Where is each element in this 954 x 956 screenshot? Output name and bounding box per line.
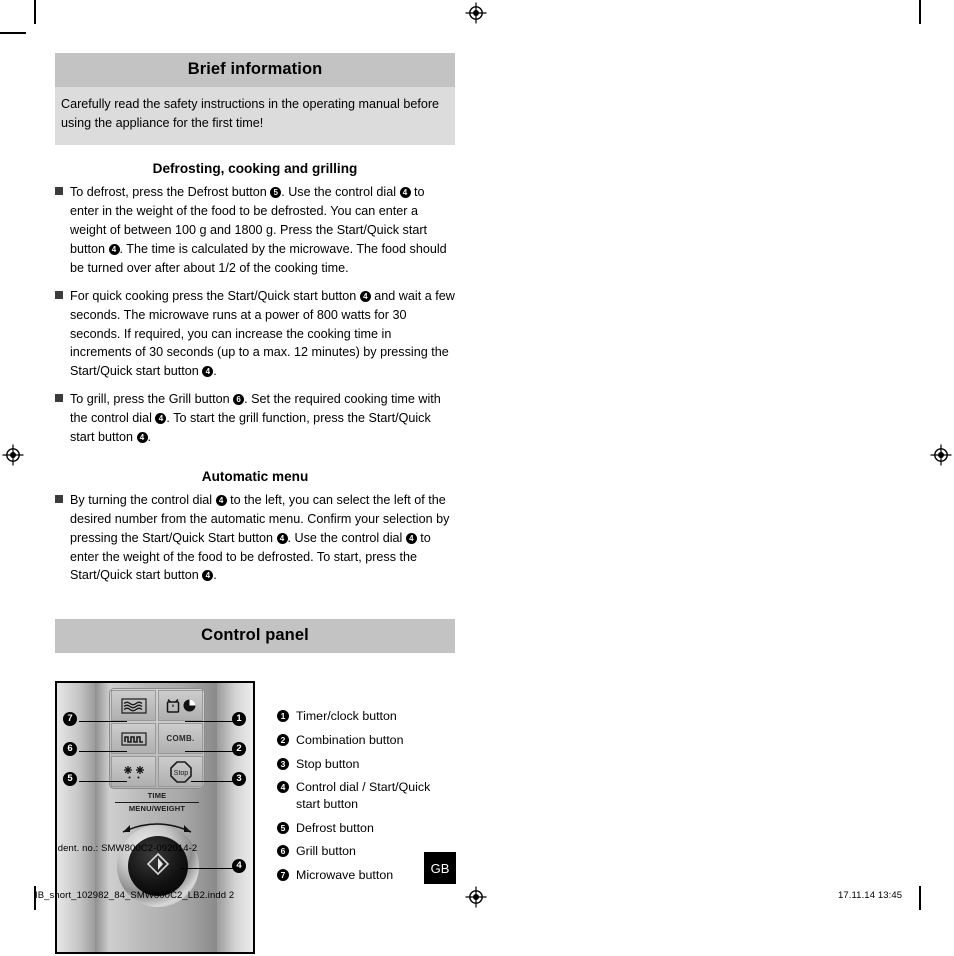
section-body-brief-information: Carefully read the safety instructions i… xyxy=(55,87,455,146)
legend-label: Timer/clock button xyxy=(296,709,397,724)
inline-callout-number: 4 xyxy=(136,431,148,443)
legend-number: 3 xyxy=(277,757,289,770)
grill-element-icon xyxy=(120,732,147,746)
legend-label: Defrost button xyxy=(296,820,374,835)
control-panel-photo: COMB. Stop TIME MENU/WEIGHT xyxy=(55,681,255,955)
inline-callout-number: 4 xyxy=(202,366,214,378)
timer-clock-button-key[interactable] xyxy=(158,690,203,722)
inline-callout-number: 4 xyxy=(405,532,417,544)
inline-callout-number: 5 xyxy=(270,187,282,199)
legend-label: Stop button xyxy=(296,756,360,771)
leader-line-5 xyxy=(79,781,127,783)
inline-callout-number: 4 xyxy=(276,532,288,544)
alarm-clock-icon xyxy=(165,698,181,714)
crop-mark-top-left-vertical xyxy=(34,0,36,24)
bullet-square-icon xyxy=(55,187,63,196)
leader-line-2 xyxy=(185,751,237,753)
inline-callout-number: 4 xyxy=(202,570,214,582)
legend-label: Combination button xyxy=(296,732,404,747)
list-item: 3 Stop button xyxy=(277,756,457,773)
legend-number: 1 xyxy=(277,710,289,723)
bullet-text-part: To grill, press the Grill button xyxy=(70,392,234,407)
pie-chart-icon xyxy=(182,698,197,713)
crop-mark-bottom-right-vertical xyxy=(919,886,921,910)
list-item: To grill, press the Grill button 6. Set … xyxy=(55,390,455,447)
list-item: 2 Combination button xyxy=(277,732,457,749)
list-item: By turning the control dial 4 to the lef… xyxy=(55,491,455,585)
microwave-button-key[interactable] xyxy=(111,690,156,722)
combination-key-label: COMB. xyxy=(166,734,195,744)
crop-mark-top-right-vertical xyxy=(919,0,921,24)
legend-label: Grill button xyxy=(296,844,356,859)
control-panel-figure-block: COMB. Stop TIME MENU/WEIGHT 7 6 5 1 2 3 … xyxy=(55,681,455,956)
bullet-square-icon xyxy=(55,290,63,299)
inline-callout-number: 4 xyxy=(155,413,167,425)
legend-number: 2 xyxy=(277,733,289,746)
microwave-waves-icon xyxy=(120,698,147,714)
registration-target-icon-bottom xyxy=(465,886,487,908)
ident-number: Ident. no.: SMW800C2-092014-2 xyxy=(55,843,198,854)
panel-left-bezel xyxy=(57,683,95,953)
defrost-button-key[interactable] xyxy=(111,756,156,788)
section-header-control-panel: Control panel xyxy=(55,619,455,654)
leader-line-3 xyxy=(191,781,237,783)
stop-octagon-icon: Stop xyxy=(169,760,193,784)
bullet-text-part: By turning the control dial xyxy=(70,492,216,507)
bullet-text-part: . Use the control dial xyxy=(287,530,406,545)
leader-line-7 xyxy=(79,721,127,723)
crop-mark-top-left-horizontal xyxy=(0,32,26,34)
bullet-text-part: . The time is calculated by the microwav… xyxy=(70,241,447,275)
legend-label: Microwave button xyxy=(296,868,394,883)
list-item: To defrost, press the Defrost button 5. … xyxy=(55,183,455,277)
bullet-text-part: . Use the control dial xyxy=(281,185,400,200)
list-item: For quick cooking press the Start/Quick … xyxy=(55,287,455,381)
list-item: 1 Timer/clock button xyxy=(277,708,457,725)
section-header-brief-information: Brief information xyxy=(55,53,455,87)
inline-callout-number: 4 xyxy=(399,187,411,199)
bullet-square-icon xyxy=(55,394,63,403)
bullet-square-icon xyxy=(55,494,63,503)
source-file-name: IB_short_102982_84_SMW800C2_LB2.indd 2 xyxy=(35,890,235,901)
registration-target-icon-right xyxy=(930,444,952,466)
grill-button-key[interactable] xyxy=(111,723,156,755)
menu-weight-label: MENU/WEIGHT xyxy=(128,803,186,813)
inline-callout-number: 4 xyxy=(359,290,371,302)
bullet-text-part: . xyxy=(213,364,217,379)
leader-line-4 xyxy=(181,868,237,870)
list-item: 4 Control dial / Start/Quick start butto… xyxy=(277,779,457,813)
subheading-automatic-menu: Automatic menu xyxy=(201,468,309,484)
list-item: 5 Defrost button xyxy=(277,820,457,837)
legend-number: 6 xyxy=(277,845,289,858)
legend-number: 7 xyxy=(277,869,289,882)
bullet-text-part: . xyxy=(213,568,217,583)
legend-label: Control dial / Start/Quick start button xyxy=(296,780,431,812)
keypad-grid: COMB. Stop xyxy=(109,688,205,790)
bullet-text-part: To defrost, press the Defrost button xyxy=(70,185,271,200)
print-timestamp: 17.11.14 13:45 xyxy=(838,890,903,901)
bullet-text-part: . xyxy=(147,429,152,444)
legend-number: 5 xyxy=(277,821,289,834)
legend-number: 4 xyxy=(277,781,289,794)
snowflake-defrost-icon xyxy=(120,764,148,780)
start-diamond-icon xyxy=(145,851,171,882)
inline-callout-number: 6 xyxy=(233,394,245,406)
inline-callout-number: 4 xyxy=(108,243,120,255)
leader-line-1 xyxy=(185,721,237,723)
label-divider xyxy=(115,801,199,803)
registration-target-icon-left xyxy=(2,444,24,466)
stop-button-key[interactable]: Stop xyxy=(158,756,203,788)
dial-scale-labels: TIME MENU/WEIGHT xyxy=(109,791,205,813)
bullet-text-part: For quick cooking press the Start/Quick … xyxy=(70,288,360,303)
combination-button-key[interactable]: COMB. xyxy=(158,723,203,755)
subheading-defrosting-cooking-grilling: Defrosting, cooking and grilling xyxy=(152,161,358,177)
time-label: TIME xyxy=(147,791,167,801)
inline-callout-number: 4 xyxy=(215,494,227,506)
language-badge: GB xyxy=(424,852,456,884)
svg-text:Stop: Stop xyxy=(173,770,188,777)
registration-target-icon-top xyxy=(465,2,487,24)
content-column: Brief information Carefully read the saf… xyxy=(55,53,455,956)
leader-line-6 xyxy=(79,751,127,753)
